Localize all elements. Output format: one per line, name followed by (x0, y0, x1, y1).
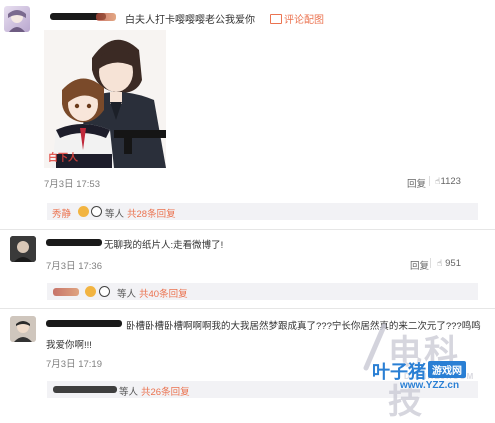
avatar[interactable] (4, 6, 30, 32)
panda-icon (91, 206, 102, 217)
logo-url: www.YZZ.cn (400, 380, 460, 391)
avatar-image (10, 316, 36, 342)
divider (0, 308, 495, 309)
comment-text: 无聊我的纸片人:走看微博了! (104, 240, 224, 251)
comment-image[interactable]: 白下人 (44, 30, 166, 168)
logo-game-net-badge: 游戏网 (428, 361, 466, 378)
image-tag-label: 评论配图 (284, 15, 324, 26)
reply-mid-label: 等人 (117, 289, 137, 300)
avatar[interactable] (10, 236, 36, 262)
reply-author: 秀静 (52, 209, 72, 220)
reply-count-link[interactable]: 共28条回复 (127, 206, 176, 220)
timestamp: 7月3日 17:19 (46, 359, 102, 370)
avatar-image (8, 10, 26, 32)
image-tag[interactable]: 评论配图 (270, 11, 324, 26)
emoji-icon (78, 206, 89, 217)
divider (0, 229, 495, 230)
panda-icon (99, 286, 110, 297)
avatar[interactable] (10, 316, 36, 342)
like-button[interactable]: ☝1123 (435, 176, 461, 187)
like-count: 1123 (440, 176, 461, 187)
reply-summary[interactable]: 秀静 等人 共28条回复 (47, 203, 478, 220)
picture-icon (270, 14, 282, 24)
reply-author-redacted (53, 386, 117, 393)
like-count: 951 (445, 258, 461, 269)
timestamp: 7月3日 17:36 (46, 261, 102, 272)
reply-author-redacted (53, 288, 79, 296)
reply-summary[interactable]: 等人 共40条回复 (47, 283, 478, 300)
avatar-image (10, 236, 36, 262)
comment-text: 白夫人打卡嘤嘤嘤老公我爱你 (125, 15, 255, 26)
timestamp: 7月3日 17:53 (44, 179, 100, 190)
yezizhu-logo: 叶子猪 游戏网 www.YZZ.cn (372, 358, 488, 394)
reply-button[interactable]: 回复 (407, 176, 426, 190)
reply-count-link[interactable]: 共26条回复 (141, 384, 190, 398)
emoji-icon (85, 286, 96, 297)
reply-mid-label: 等人 (105, 209, 125, 220)
reply-count-link[interactable]: 共40条回复 (139, 286, 188, 300)
reply-mid-label: 等人 (119, 387, 139, 398)
username-tail-redacted (96, 13, 116, 21)
reply-button[interactable]: 回复 (410, 258, 429, 272)
like-button[interactable]: ☝ 951 (437, 258, 461, 269)
anime-illustration (44, 30, 166, 168)
image-caption: 白下人 (48, 153, 78, 164)
username-redacted[interactable] (46, 239, 102, 246)
thumbs-up-icon: ☝ (437, 258, 443, 268)
